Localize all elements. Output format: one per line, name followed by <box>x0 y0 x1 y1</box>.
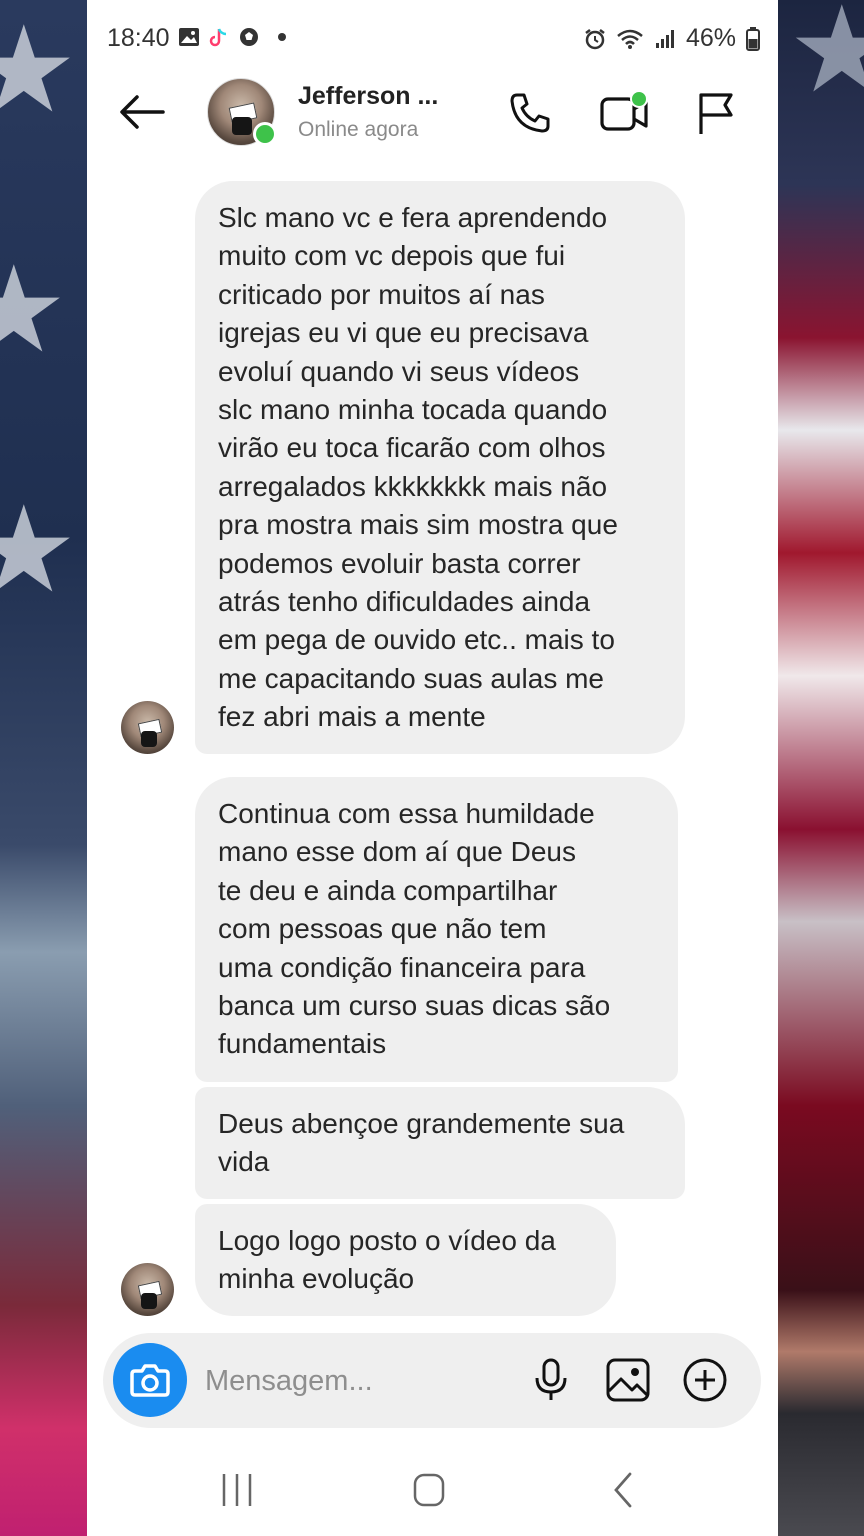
back-icon[interactable] <box>598 1468 648 1512</box>
message-composer <box>103 1333 761 1428</box>
image-icon[interactable] <box>605 1357 651 1403</box>
camera-icon <box>130 1364 170 1397</box>
avatar-dark-detail <box>141 1293 157 1309</box>
microphone-icon[interactable] <box>528 1357 574 1403</box>
status-bar: 18:40 46% <box>87 0 778 78</box>
message-bubble[interactable]: Continua com essa humildade mano esse do… <box>195 777 678 1082</box>
message-text: Deus abençoe grandemente sua vida <box>218 1108 625 1178</box>
phone-screen: 18:40 46% Jefferson ... Online agora Slc… <box>87 0 778 1536</box>
video-call-icon[interactable] <box>599 90 651 136</box>
status-right-group: 46% <box>584 24 760 53</box>
gallery-icon <box>179 28 199 46</box>
plus-circle-icon[interactable] <box>682 1357 728 1403</box>
alarm-icon <box>585 28 605 49</box>
star-decoration: ★ <box>0 483 78 617</box>
message-text: Logo logo posto o vídeo da minha evoluçã… <box>218 1225 556 1295</box>
star-decoration: ★ <box>0 243 68 377</box>
message-text: Continua com essa humildade mano esse do… <box>218 798 611 1060</box>
star-decoration: ★ <box>0 3 78 137</box>
dot-icon <box>278 33 286 41</box>
avatar-dark-detail <box>141 731 157 747</box>
contact-avatar[interactable] <box>207 78 277 146</box>
recent-apps-icon[interactable] <box>212 1468 262 1512</box>
status-time: 18:40 <box>107 24 170 52</box>
contact-status: Online agora <box>298 118 419 141</box>
flag-icon[interactable] <box>693 90 739 136</box>
battery-percent: 46% <box>685 24 736 52</box>
wifi-icon <box>617 29 643 49</box>
message-bubble[interactable]: Logo logo posto o vídeo da minha evoluçã… <box>195 1204 616 1316</box>
sender-avatar[interactable] <box>121 701 174 754</box>
system-nav-bar <box>87 1440 778 1536</box>
signal-icon <box>655 29 674 48</box>
message-bubble[interactable]: Deus abençoe grandemente sua vida <box>195 1087 685 1199</box>
contact-name[interactable]: Jefferson ... <box>298 82 438 111</box>
message-input[interactable] <box>203 1357 507 1405</box>
battery-icon <box>746 26 760 51</box>
tiktok-icon <box>209 28 227 47</box>
phone-icon[interactable] <box>507 90 553 136</box>
avatar-dark-detail <box>232 117 252 135</box>
star-decoration: ★ <box>788 0 864 117</box>
message-text: Slc mano vc e fera aprendendo muito com … <box>218 202 618 733</box>
online-status-dot <box>253 122 277 146</box>
background-left: ★ ★ ★ <box>0 0 87 1536</box>
chat-header: Jefferson ... Online agora <box>87 78 778 178</box>
home-icon[interactable] <box>404 1468 454 1512</box>
background-right: ★ <box>778 0 864 1536</box>
back-arrow-icon[interactable] <box>117 92 167 132</box>
soccer-ball-icon <box>240 28 258 46</box>
sender-avatar[interactable] <box>121 1263 174 1316</box>
camera-button[interactable] <box>113 1343 187 1417</box>
message-bubble[interactable]: Slc mano vc e fera aprendendo muito com … <box>195 181 685 754</box>
